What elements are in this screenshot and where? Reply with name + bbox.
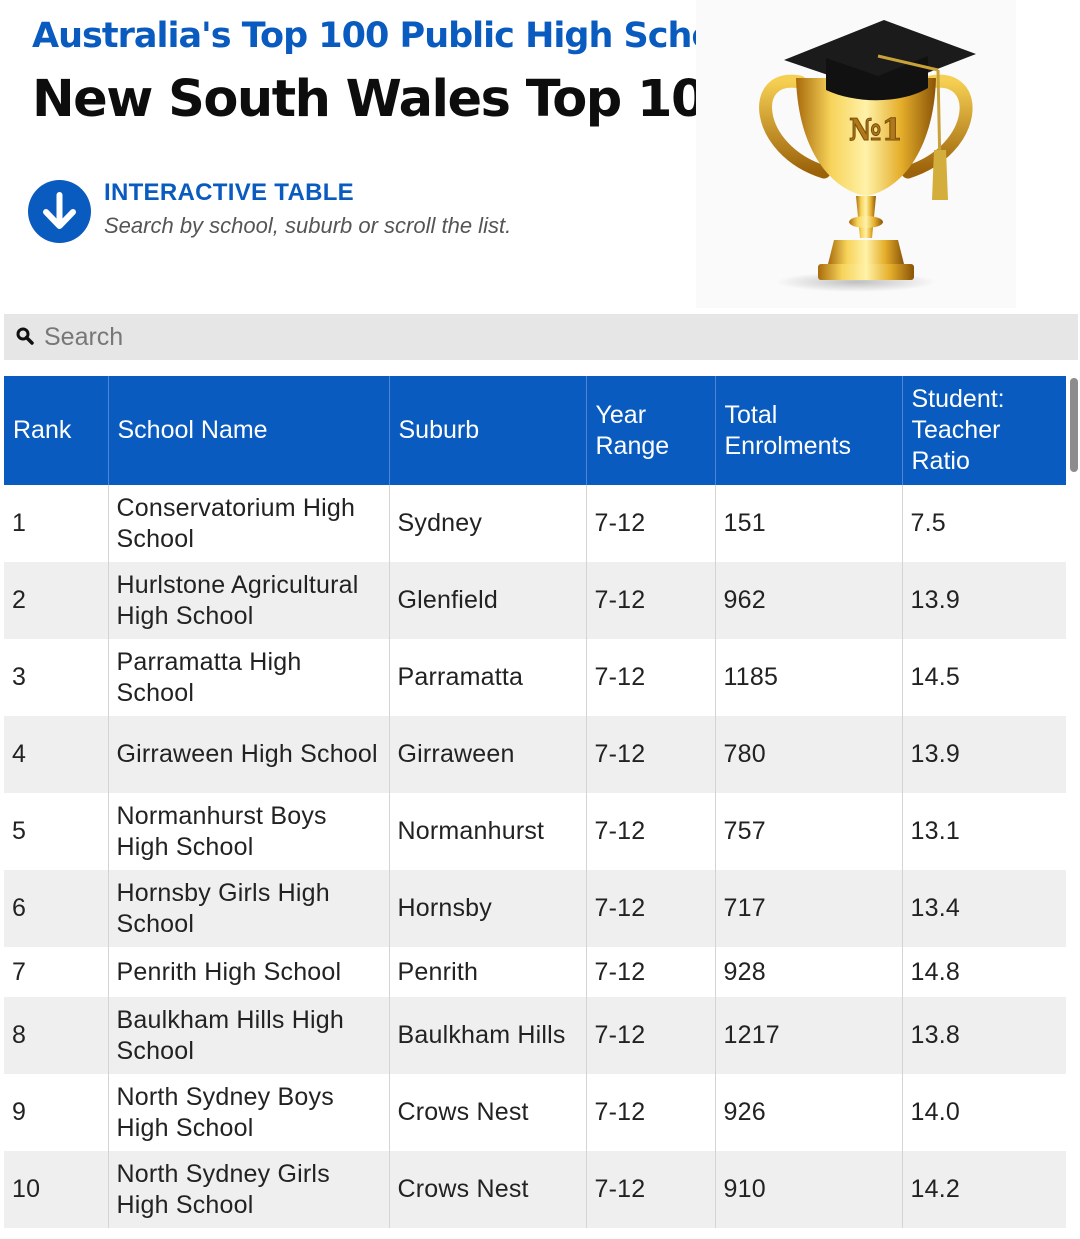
cell-suburb: Parramatta (389, 639, 587, 716)
cell-school-name: North Sydney Girls High School (108, 1151, 390, 1228)
cell-ratio: 7.5 (910, 509, 946, 537)
table-row: 2 Hurlstone Agricultural High School Gle… (4, 562, 1066, 639)
cell-year-range: 7-12 (586, 1151, 716, 1228)
table-scrollbar[interactable] (1067, 376, 1080, 1239)
cell-suburb: Glenfield (389, 562, 587, 639)
search-bar (4, 314, 1078, 360)
cell-school-name: Hornsby Girls High School (108, 870, 390, 947)
cell-ratio: 14.8 (910, 957, 960, 986)
cell-total-enrolments: 928 (715, 947, 903, 997)
cell-year-range: 7-12 (586, 870, 716, 947)
cell-rank: 1 (4, 485, 109, 562)
cell-school-name: Parramatta High School (108, 639, 390, 716)
search-icon (16, 327, 34, 345)
arrow-down-icon (43, 192, 76, 229)
table-row: 8 Baulkham Hills High School Baulkham Hi… (4, 997, 1066, 1074)
cell-rank: 8 (4, 997, 109, 1074)
page-header: Australia's Top 100 Public High Schools … (0, 0, 1080, 310)
table-row: 5 Normanhurst Boys High School Normanhur… (4, 793, 1066, 870)
table-row: 6 Hornsby Girls High School Hornsby 7-12… (4, 870, 1066, 947)
cell-total-enrolments: 962 (715, 562, 903, 639)
cell-rank: 6 (4, 870, 109, 947)
cell-year-range: 7-12 (586, 793, 716, 870)
column-header-suburb[interactable]: Suburb (389, 376, 587, 485)
cell-suburb: Crows Nest (389, 1151, 587, 1228)
cell-ratio: 13.4 (902, 870, 1066, 947)
table-row: 4 Girraween High School Girraween 7-12 7… (4, 716, 1066, 793)
column-header-rank[interactable]: Rank (4, 376, 109, 485)
instructions-text: Search by school, suburb or scroll the l… (104, 213, 512, 238)
search-input[interactable] (42, 314, 1066, 360)
trophy-graduation-cap-icon: №1 (759, 20, 976, 292)
cell-school-name: Baulkham Hills High School (108, 997, 390, 1074)
trophy-image: №1 (696, 0, 1016, 308)
cell-suburb: Sydney (389, 485, 587, 562)
cell-school-name: North Sydney Boys High School (108, 1074, 390, 1151)
cell-school-name: Hurlstone Agricultural High School (108, 562, 390, 639)
cell-rank: 3 (4, 639, 109, 716)
cell-ratio: 13.9 (902, 716, 1066, 793)
column-header-student-teacher-ratio[interactable]: Student: Teacher Ratio (902, 376, 1066, 485)
cell-total-enrolments: 717 (715, 870, 903, 947)
table-row: 7 Penrith High School Penrith 7-12 928 1… (4, 947, 1066, 997)
table-row: 9 North Sydney Boys High School Crows Ne… (4, 1074, 1066, 1151)
cell-year-range: 7-12 (586, 485, 716, 562)
column-header-school-name[interactable]: School Name (108, 376, 390, 485)
cell-total-enrolments: 780 (715, 716, 903, 793)
cell-school-name: Conservatorium High School (108, 485, 390, 562)
table-row: 10 North Sydney Girls High School Crows … (4, 1151, 1066, 1228)
cell-school-name: Normanhurst Boys High School (108, 793, 390, 870)
cell-year-range: 7-12 (586, 716, 716, 793)
cell-total-enrolments: 757 (715, 793, 903, 870)
cell-year-range: 7-12 (586, 947, 716, 997)
cell-school-name: Girraween High School (108, 716, 390, 793)
cell-ratio: 14.5 (910, 663, 960, 691)
cell-suburb: Girraween (389, 716, 587, 793)
cell-year-range: 7-12 (586, 562, 716, 639)
cell-ratio: 13.1 (910, 817, 960, 845)
cell-year-range: 7-12 (586, 997, 716, 1074)
column-header-total-enrolments[interactable]: Total Enrolments (715, 376, 903, 485)
cell-year-range: 7-12 (586, 639, 716, 716)
cell-rank: 10 (4, 1151, 109, 1228)
scrollbar-thumb[interactable] (1070, 378, 1078, 472)
page-title: Australia's Top 100 Public High Schools (32, 16, 769, 56)
schools-table-container[interactable]: Rank School Name Suburb Year Range Total… (4, 376, 1066, 1239)
cell-total-enrolments: 151 (715, 485, 903, 562)
cell-total-enrolments: 1185 (715, 639, 903, 716)
table-header-row: Rank School Name Suburb Year Range Total… (4, 376, 1066, 485)
page-subtitle: New South Wales Top 100 (32, 70, 740, 129)
cell-suburb: Hornsby (389, 870, 587, 947)
cell-total-enrolments: 1217 (715, 997, 903, 1074)
cell-total-enrolments: 926 (715, 1074, 903, 1151)
cell-suburb: Normanhurst (389, 793, 587, 870)
cell-total-enrolments: 910 (715, 1151, 903, 1228)
cell-rank: 9 (4, 1074, 109, 1151)
cell-rank: 7 (4, 947, 109, 997)
cell-suburb: Penrith (389, 947, 587, 997)
cell-suburb: Baulkham Hills (389, 997, 587, 1074)
table-row: 3 Parramatta High School Parramatta 7-12… (4, 639, 1066, 716)
cell-rank: 5 (4, 793, 109, 870)
interactive-table-label: INTERACTIVE TABLE (104, 179, 354, 206)
cell-rank: 2 (4, 562, 109, 639)
cell-ratio: 14.0 (910, 1098, 960, 1126)
cell-school-name: Penrith High School (108, 947, 390, 997)
table-row: 1 Conservatorium High School Sydney 7-12… (4, 485, 1066, 562)
cell-ratio: 13.8 (902, 997, 1066, 1074)
scroll-down-button[interactable] (28, 180, 91, 243)
cell-rank: 4 (4, 716, 109, 793)
cell-ratio: 13.9 (902, 562, 1066, 639)
cell-year-range: 7-12 (586, 1074, 716, 1151)
cell-ratio: 14.2 (902, 1151, 1066, 1228)
cell-suburb: Crows Nest (389, 1074, 587, 1151)
column-header-year-range[interactable]: Year Range (586, 376, 716, 485)
schools-table: Rank School Name Suburb Year Range Total… (4, 376, 1066, 1228)
trophy-badge: №1 (849, 113, 902, 148)
